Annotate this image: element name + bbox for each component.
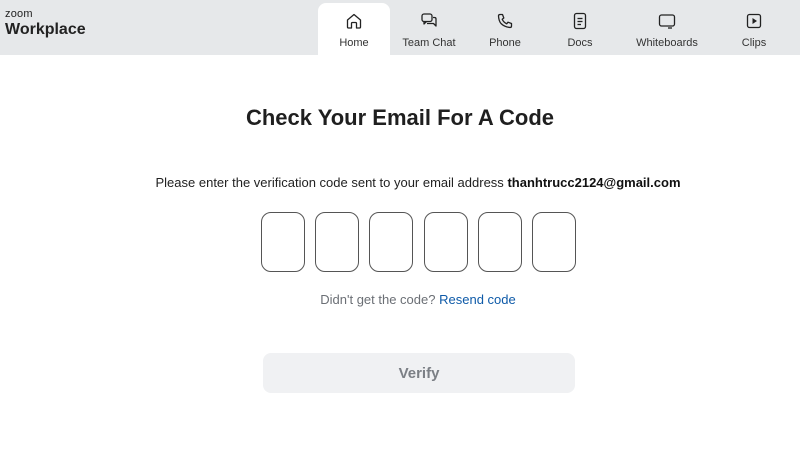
- brand-small-text: zoom: [5, 8, 33, 20]
- tab-phone-label: Phone: [489, 37, 521, 49]
- docs-icon: [573, 12, 587, 30]
- resend-line: Didn't get the code? Resend code: [0, 292, 800, 307]
- instruction-text: Please enter the verification code sent …: [155, 175, 504, 190]
- tab-home-label: Home: [339, 37, 369, 49]
- code-digit-3[interactable]: [369, 212, 414, 272]
- resend-code-link[interactable]: Resend code: [439, 292, 516, 307]
- tab-home[interactable]: Home: [318, 3, 390, 55]
- tab-clips[interactable]: Clips: [716, 3, 792, 55]
- tab-team-chat-label: Team Chat: [402, 37, 456, 49]
- code-digit-6[interactable]: [531, 212, 576, 272]
- tab-docs[interactable]: Docs: [542, 3, 618, 55]
- phone-icon: [497, 13, 513, 29]
- resend-prompt: Didn't get the code?: [320, 292, 436, 307]
- brand-name: Workplace: [5, 21, 86, 38]
- tab-whiteboards[interactable]: Whiteboards: [618, 3, 716, 55]
- tab-docs-label: Docs: [567, 37, 593, 49]
- tab-clips-label: Clips: [741, 37, 767, 49]
- code-digit-2[interactable]: [315, 212, 360, 272]
- verification-code-inputs: [261, 212, 576, 272]
- code-digit-1[interactable]: [261, 212, 305, 272]
- tab-team-chat[interactable]: Team Chat: [390, 3, 468, 55]
- chat-icon: [421, 13, 437, 27]
- email-address: thanhtrucc2124@gmail.com: [507, 175, 681, 190]
- verification-instruction: Please enter the verification code sent …: [0, 175, 800, 190]
- whiteboard-icon: [658, 14, 676, 29]
- zoom-workplace-logo[interactable]: zoom Workplace: [5, 9, 86, 38]
- tab-whiteboards-label: Whiteboards: [636, 37, 698, 49]
- code-digit-4[interactable]: [423, 212, 468, 272]
- verify-button[interactable]: Verify: [263, 353, 575, 393]
- home-icon: [346, 13, 362, 29]
- nav-tabs: Home Team Chat Phone Docs Whiteboards Cl…: [318, 3, 792, 55]
- tab-phone[interactable]: Phone: [468, 3, 542, 55]
- clips-icon: [746, 13, 762, 29]
- top-navigation-bar: zoom Workplace Home Team Chat Phone Docs…: [0, 0, 800, 55]
- code-digit-5[interactable]: [477, 212, 522, 272]
- page-title: Check Your Email For A Code: [245, 105, 555, 130]
